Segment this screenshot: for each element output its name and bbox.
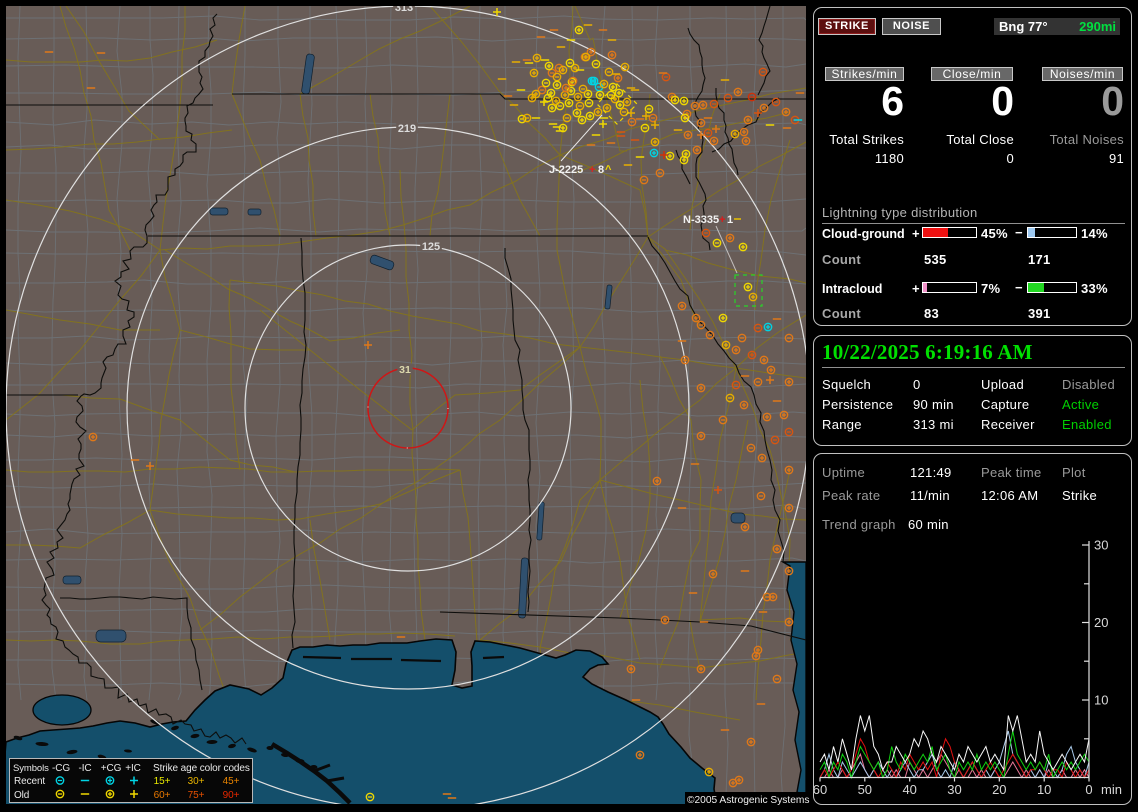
svg-text:N-3335: N-3335 <box>683 214 719 226</box>
svg-text:-IC: -IC <box>78 763 91 774</box>
svg-text:1: 1 <box>727 214 733 226</box>
svg-text:125: 125 <box>422 241 440 253</box>
svg-text:Old: Old <box>14 790 29 801</box>
svg-text:60+: 60+ <box>154 790 171 801</box>
svg-text:45+: 45+ <box>223 776 240 787</box>
svg-text:-CG: -CG <box>52 763 70 774</box>
svg-text:+CG: +CG <box>101 763 122 774</box>
svg-text:+: + <box>719 214 725 226</box>
svg-text:^: ^ <box>605 164 612 176</box>
svg-text:31: 31 <box>399 364 411 376</box>
svg-text:Recent: Recent <box>14 776 45 787</box>
svg-text:©2005 Astrogenic Systems: ©2005 Astrogenic Systems <box>687 795 809 806</box>
svg-text:75+: 75+ <box>188 790 205 801</box>
svg-text:+: + <box>589 164 595 176</box>
svg-text:J-2225: J-2225 <box>549 164 583 176</box>
svg-text:219: 219 <box>398 123 416 135</box>
svg-text:15+: 15+ <box>154 776 171 787</box>
svg-text:Symbols: Symbols <box>13 763 49 774</box>
svg-text:8: 8 <box>598 164 604 176</box>
svg-text:30+: 30+ <box>188 776 205 787</box>
svg-text:Strike age color codes: Strike age color codes <box>153 763 250 774</box>
svg-text:90+: 90+ <box>223 790 240 801</box>
svg-text:+IC: +IC <box>125 763 141 774</box>
